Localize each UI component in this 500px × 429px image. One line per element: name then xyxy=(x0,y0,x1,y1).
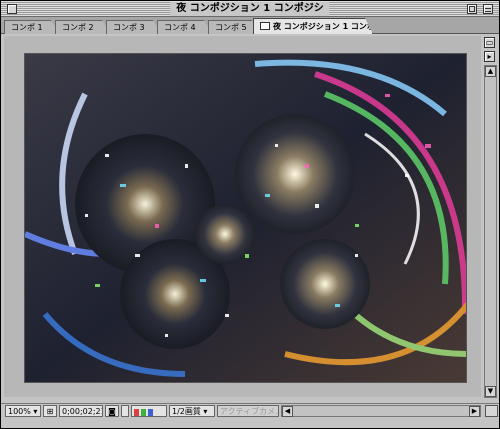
tab-comp-2[interactable]: コンポ 2 xyxy=(55,20,110,34)
comp-flowchart-button[interactable]: ▭ xyxy=(484,37,495,48)
tab-label: コンポ 4 xyxy=(164,23,196,32)
tab-comp-3[interactable]: コンポ 3 xyxy=(106,20,161,34)
composition-window: 夜 コンポジション 1 コンポジシ コンポ 1 コンポ 2 コンポ 3 コンポ … xyxy=(0,0,500,429)
zoom-box[interactable] xyxy=(467,4,477,14)
tab-comp-1[interactable]: コンポ 1 xyxy=(4,20,59,34)
zoom-popup[interactable]: 100% ▾ xyxy=(5,405,41,417)
horizontal-scrollbar[interactable]: ◀ ▶ xyxy=(281,405,481,417)
collapse-box[interactable] xyxy=(483,4,493,14)
tab-label: 夜 コンポジション 1 コンポジシ J xyxy=(273,22,367,31)
color-channels[interactable] xyxy=(131,405,167,417)
composition-icon xyxy=(260,22,270,30)
scroll-down-arrow-icon[interactable]: ▼ xyxy=(485,386,496,397)
scroll-up-arrow-icon[interactable]: ▲ xyxy=(485,66,496,77)
tab-label: コンポ 3 xyxy=(113,23,145,32)
side-controls: ▭ ▸ xyxy=(484,37,497,65)
vertical-scrollbar[interactable]: ▲ ▼ xyxy=(484,65,497,398)
composition-tabs: コンポ 1 コンポ 2 コンポ 3 コンポ 4 コンポ 5 夜 コンポジション … xyxy=(1,17,499,34)
tab-label: コンポ 2 xyxy=(62,23,94,32)
window-title: 夜 コンポジション 1 コンポジシ xyxy=(170,2,330,16)
tab-label: コンポ 1 xyxy=(11,23,43,32)
resolution-popup[interactable]: 1/2画質 ▾ xyxy=(169,405,215,417)
title-bar[interactable]: 夜 コンポジション 1 コンポジシ xyxy=(1,1,499,17)
channel-icon[interactable] xyxy=(121,405,129,417)
resolution-value: 1/2画質 xyxy=(172,407,201,416)
panel-menu-button[interactable]: ▸ xyxy=(484,51,495,62)
camera-icon[interactable]: ◙ xyxy=(105,405,119,417)
kaleidoscope-night-image xyxy=(25,54,466,382)
blue-channel-swatch[interactable] xyxy=(148,409,153,416)
scroll-left-arrow-icon[interactable]: ◀ xyxy=(282,406,293,417)
red-channel-swatch[interactable] xyxy=(134,409,139,416)
status-bar: 100% ▾ ⊞ 0;00;02;21 ◙ 1/2画質 ▾ アクティブカメ...… xyxy=(1,403,499,418)
tab-night-composition[interactable]: 夜 コンポジション 1 コンポジシ J xyxy=(253,18,373,34)
tab-comp-4[interactable]: コンポ 4 xyxy=(157,20,212,34)
composition-viewer[interactable] xyxy=(4,36,481,397)
camera-value: アクティブカメ... xyxy=(220,407,279,416)
grid-icon[interactable]: ⊞ xyxy=(43,405,57,417)
tab-comp-5[interactable]: コンポ 5 xyxy=(208,20,260,34)
active-camera-popup[interactable]: アクティブカメ...▾ xyxy=(217,405,279,417)
tab-label: コンポ 5 xyxy=(215,23,247,32)
resize-handle[interactable] xyxy=(485,405,498,417)
timecode-field[interactable]: 0;00;02;21 xyxy=(59,405,103,417)
green-channel-swatch[interactable] xyxy=(141,409,146,416)
scroll-right-arrow-icon[interactable]: ▶ xyxy=(469,406,480,417)
close-box[interactable] xyxy=(7,4,17,14)
composition-frame-image xyxy=(24,53,467,383)
zoom-value: 100% xyxy=(8,407,31,416)
